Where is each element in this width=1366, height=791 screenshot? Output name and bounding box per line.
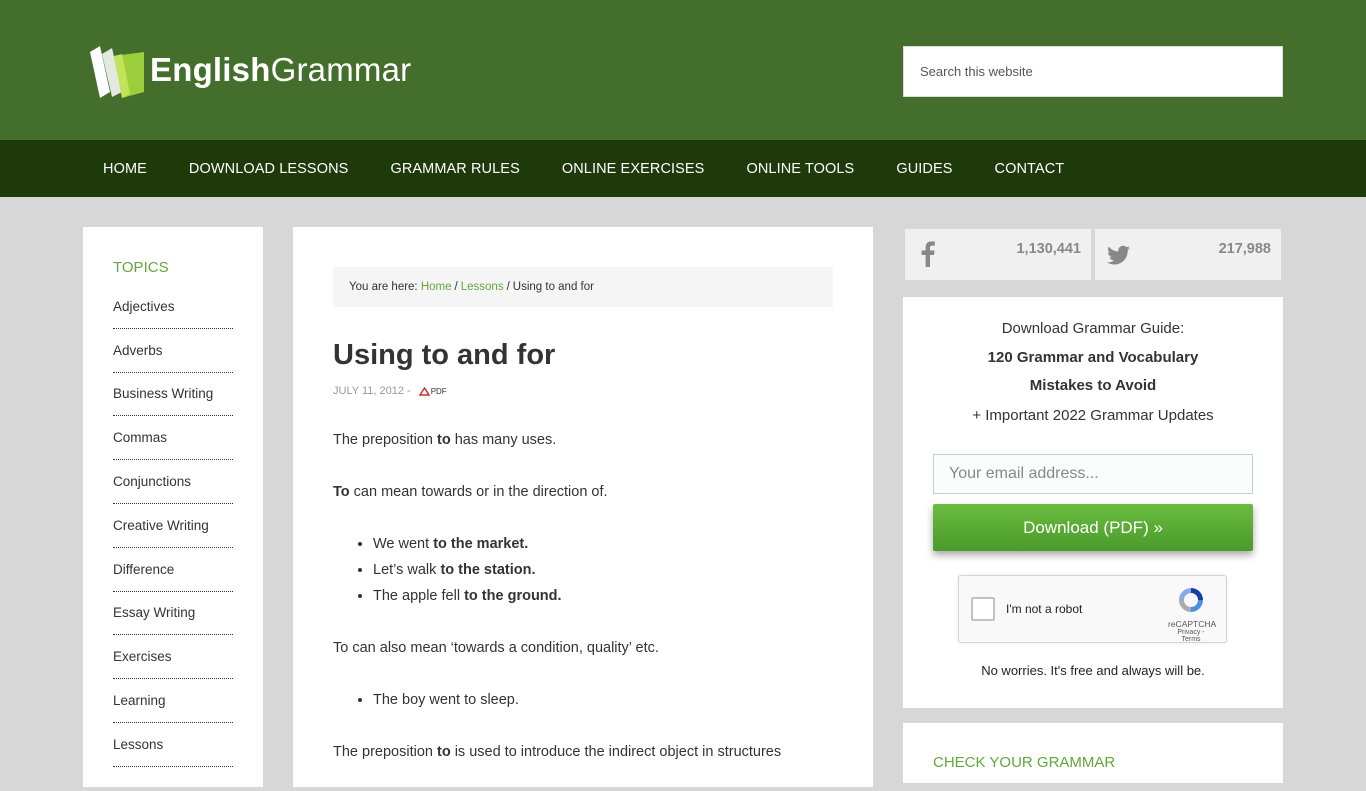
topic-link[interactable]: Learning (113, 679, 233, 723)
breadcrumb: You are here: Home / Lessons / Using to and … (333, 267, 833, 307)
breadcrumb-separator: / (454, 281, 458, 293)
list-item: Let’s walk to the station. (373, 557, 833, 583)
topic-link[interactable]: Lessons (113, 723, 233, 767)
main-content: You are here: Home / Lessons / Using to and … (293, 227, 873, 787)
topic-link[interactable]: Business Writing (113, 373, 233, 417)
optin-title-line1: 120 Grammar and Vocabulary (987, 349, 1199, 366)
topic-link[interactable]: Essay Writing (113, 592, 233, 636)
download-guide-widget: Download Grammar Guide: 120 Grammar and … (903, 297, 1283, 708)
nav-item-home[interactable]: HOME (82, 140, 168, 197)
topic-link[interactable]: Conjunctions (113, 460, 233, 504)
list-item: We went to the market. (373, 531, 833, 557)
facebook-icon (921, 241, 935, 267)
search-box (903, 46, 1283, 97)
recaptcha-links[interactable]: Privacy - Terms (1168, 629, 1214, 643)
nav-item-grammar-rules[interactable]: GRAMMAR RULES (369, 140, 540, 197)
nav-item-online-tools[interactable]: ONLINE TOOLS (725, 140, 875, 197)
recaptcha-icon (1179, 588, 1203, 612)
breadcrumb-separator: / (506, 281, 510, 293)
article-body: The preposition to has many uses. To can… (333, 427, 833, 791)
recaptcha-logo: reCAPTCHA Privacy - Terms (1168, 586, 1217, 643)
recaptcha-brand: reCAPTCHA (1168, 619, 1217, 629)
optin-title-line2: Mistakes to Avoid (1029, 377, 1157, 394)
post-meta: JULY 11, 2012 - PDF (333, 385, 447, 397)
topics-title: TOPICS (113, 259, 169, 276)
book-logo-icon (90, 46, 144, 98)
nav-item-online-exercises[interactable]: ONLINE EXERCISES (541, 140, 726, 197)
meta-separator: - (407, 385, 411, 397)
optin-subtitle: + Important 2022 Grammar Updates (972, 407, 1214, 424)
breadcrumb-current: Using to and for (512, 281, 594, 293)
recaptcha-widget: I'm not a robot reCAPTCHA Privacy - Term… (958, 575, 1227, 643)
list-item: The apple fell to the ground. (373, 583, 833, 609)
paragraph: The preposition to is used to introduce … (333, 744, 782, 760)
topic-link[interactable]: Difference (113, 548, 233, 592)
post-date: JULY 11, 2012 (333, 385, 404, 397)
nav-item-contact[interactable]: CONTACT (974, 140, 1086, 197)
example-list: We went to the market. Let’s walk to the… (373, 531, 833, 609)
pdf-download-link[interactable]: PDF (418, 386, 447, 396)
search-input[interactable] (904, 47, 1282, 96)
topic-link[interactable]: Adjectives (113, 285, 233, 329)
check-grammar-title: CHECK YOUR GRAMMAR (933, 754, 1116, 771)
twitter-icon (1107, 245, 1130, 265)
pdf-label: PDF (430, 386, 447, 396)
twitter-count: 217,988 (1218, 241, 1271, 257)
email-field[interactable] (934, 455, 1252, 493)
site-header: EnglishGrammar (0, 0, 1366, 140)
example-list: The boy went to sleep. (373, 687, 833, 713)
paragraph: To can also mean ‘towards a condition, q… (333, 640, 659, 656)
email-field-wrapper (933, 454, 1253, 494)
breadcrumb-lessons-link[interactable]: Lessons (461, 281, 504, 293)
facebook-count: 1,130,441 (1016, 241, 1081, 257)
topics-list: Adjectives Adverbs Business Writing Comm… (113, 285, 233, 767)
download-pdf-button[interactable]: Download (PDF) » (933, 504, 1253, 551)
nav-item-download-lessons[interactable]: DOWNLOAD LESSONS (168, 140, 370, 197)
optin-footnote: No worries. It's free and always will be… (981, 663, 1205, 678)
breadcrumb-home-link[interactable]: Home (421, 281, 452, 293)
pdf-icon (418, 386, 430, 396)
paragraph: The preposition to has many uses. (333, 432, 557, 448)
topic-link[interactable]: Exercises (113, 635, 233, 680)
main-nav: HOME DOWNLOAD LESSONS GRAMMAR RULES ONLI… (0, 140, 1366, 197)
nav-item-guides[interactable]: GUIDES (875, 140, 973, 197)
site-logo-text: EnglishGrammar (150, 51, 412, 88)
optin-heading: Download Grammar Guide: (1001, 320, 1185, 337)
facebook-share[interactable]: 1,130,441 (905, 229, 1091, 280)
topic-link[interactable]: Commas (113, 416, 233, 461)
topics-sidebar: TOPICS Adjectives Adverbs Business Writi… (83, 227, 263, 787)
site-logo[interactable]: EnglishGrammar (88, 42, 411, 98)
topic-link[interactable]: Adverbs (113, 329, 233, 373)
breadcrumb-prefix: You are here: (349, 281, 418, 293)
recaptcha-checkbox[interactable] (971, 597, 995, 621)
paragraph: To can mean towards or in the direction … (333, 484, 608, 500)
twitter-share[interactable]: 217,988 (1095, 229, 1281, 280)
list-item: The boy went to sleep. (373, 687, 833, 713)
topic-link[interactable]: Creative Writing (113, 504, 233, 548)
recaptcha-label: I'm not a robot (1006, 602, 1083, 616)
check-grammar-widget: CHECK YOUR GRAMMAR (903, 723, 1283, 783)
page-title: Using to and for (333, 339, 556, 371)
